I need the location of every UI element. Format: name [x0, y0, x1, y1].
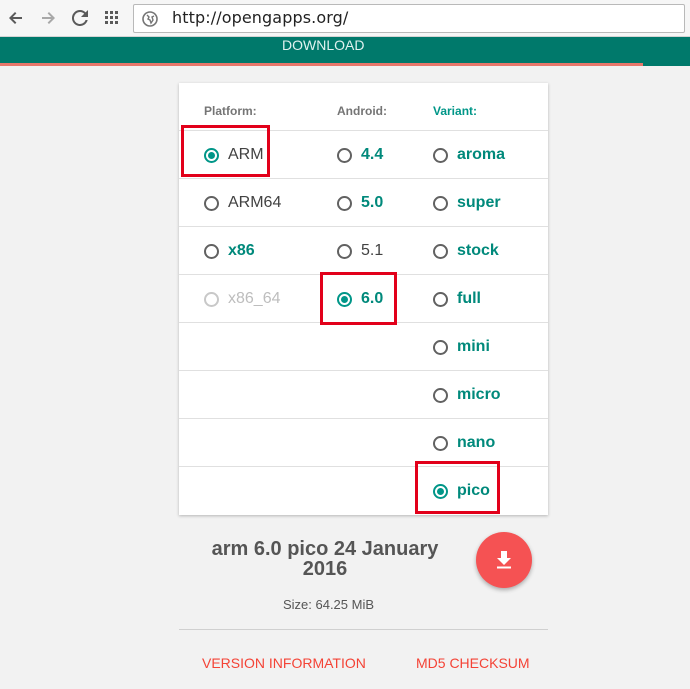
md5-checksum-link[interactable]: MD5 CHECKSUM [416, 655, 530, 671]
forward-arrow-icon[interactable] [38, 8, 58, 28]
platform-option-x86[interactable]: x86 [204, 241, 255, 261]
radio-unchecked-icon[interactable] [433, 243, 448, 259]
platform-option-arm64[interactable]: ARM64 [204, 193, 281, 213]
variant-option-mini[interactable]: mini [433, 337, 490, 357]
option-label: x86 [228, 242, 255, 259]
selector-row [179, 322, 548, 370]
download-icon [497, 551, 511, 569]
variant-option-super[interactable]: super [433, 193, 501, 213]
globe-icon [142, 11, 158, 27]
option-label: 4.4 [361, 146, 384, 163]
radio-unchecked-icon[interactable] [433, 387, 448, 403]
package-size: Size: 64.25 MiB [282, 597, 375, 612]
option-label: full [457, 290, 481, 307]
download-button[interactable] [476, 532, 532, 588]
android-option-5-0[interactable]: 5.0 [337, 193, 383, 213]
radio-unchecked-icon[interactable] [433, 195, 448, 211]
radio-unchecked-icon[interactable] [433, 147, 448, 163]
radio-unchecked-icon[interactable] [337, 195, 352, 211]
option-label: ARM64 [228, 194, 282, 211]
variant-header: Variant: [433, 104, 478, 118]
radio-unchecked-icon[interactable] [337, 243, 352, 259]
divider [179, 629, 548, 630]
app-bar: DOWNLOAD [0, 37, 690, 66]
radio-unchecked-icon[interactable] [204, 243, 219, 259]
highlight-box-variant [415, 461, 500, 514]
highlight-box-platform [181, 125, 270, 177]
variant-option-stock[interactable]: stock [433, 241, 499, 261]
option-label: aroma [457, 146, 506, 163]
radio-unchecked-icon[interactable] [433, 339, 448, 355]
platform-header: Platform: [204, 104, 257, 118]
option-label: stock [457, 242, 499, 259]
variant-option-aroma[interactable]: aroma [433, 145, 505, 165]
url-text[interactable]: http://opengapps.org/ [172, 8, 348, 27]
variant-option-micro[interactable]: micro [433, 385, 501, 405]
option-label: 5.1 [361, 242, 384, 259]
apps-grid-icon[interactable] [102, 8, 122, 28]
highlight-box-android [320, 272, 397, 325]
android-option-4-4[interactable]: 4.4 [337, 145, 383, 165]
tab-indicator [0, 63, 643, 66]
package-title-line2: 2016 [302, 558, 348, 580]
platform-option-x86-64: x86_64 [204, 289, 281, 309]
radio-unchecked-icon[interactable] [337, 147, 352, 163]
option-label: mini [457, 338, 490, 355]
variant-option-full[interactable]: full [433, 289, 481, 309]
option-label: 5.0 [361, 194, 384, 211]
radio-unchecked-icon[interactable] [204, 195, 219, 211]
back-arrow-icon[interactable] [6, 8, 26, 28]
download-tab[interactable]: DOWNLOAD [282, 37, 364, 53]
option-label: x86_64 [228, 290, 281, 307]
browser-toolbar: http://opengapps.org/ [0, 0, 690, 37]
option-label: micro [457, 386, 501, 403]
radio-unchecked-icon[interactable] [433, 291, 448, 307]
option-label: super [457, 194, 501, 211]
version-information-link[interactable]: VERSION INFORMATION [202, 655, 366, 671]
radio-disabled-icon [204, 291, 219, 307]
package-title: arm 6.0 pico 24 January 2016 [200, 539, 450, 579]
option-label: nano [457, 434, 496, 451]
reload-icon[interactable] [70, 8, 90, 28]
android-option-5-1[interactable]: 5.1 [337, 241, 383, 261]
radio-unchecked-icon[interactable] [433, 435, 448, 451]
android-header: Android: [337, 104, 387, 118]
address-bar[interactable]: http://opengapps.org/ [133, 4, 685, 33]
package-title-line1: arm 6.0 pico 24 January [211, 538, 439, 560]
variant-option-nano[interactable]: nano [433, 433, 495, 453]
